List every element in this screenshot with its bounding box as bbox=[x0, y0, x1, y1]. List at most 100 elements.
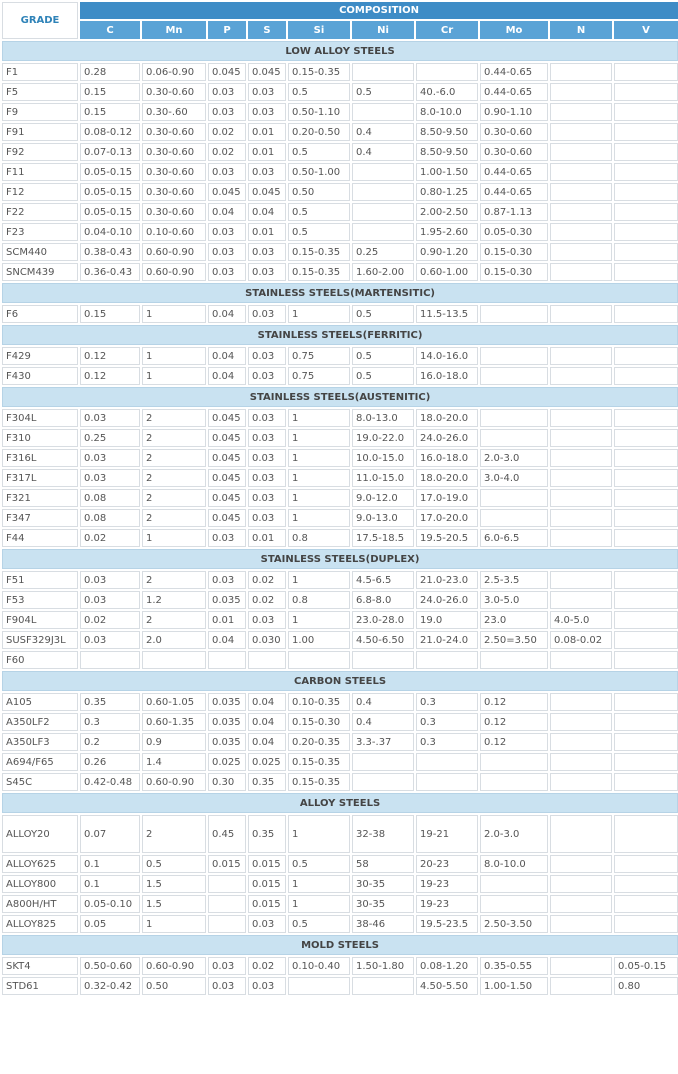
value-cell bbox=[550, 693, 612, 711]
value-cell: 0.05-0.10 bbox=[80, 895, 140, 913]
value-cell: 18.0-20.0 bbox=[416, 469, 478, 487]
value-cell: 0.03 bbox=[208, 163, 246, 181]
value-cell: 0.8 bbox=[288, 591, 350, 609]
value-cell: 14.0-16.0 bbox=[416, 347, 478, 365]
section-row: LOW ALLOY STEELS bbox=[2, 41, 678, 61]
value-cell bbox=[550, 651, 612, 669]
value-cell: 0.15-0.30 bbox=[480, 263, 548, 281]
element-header-mo: Mo bbox=[480, 21, 548, 39]
value-cell: 0.045 bbox=[208, 509, 246, 527]
element-header-cr: Cr bbox=[416, 21, 478, 39]
value-cell bbox=[550, 83, 612, 101]
value-cell: 0.03 bbox=[248, 83, 286, 101]
grade-header: GRADE bbox=[2, 2, 78, 39]
value-cell: 0.60-0.90 bbox=[142, 263, 206, 281]
value-cell bbox=[550, 183, 612, 201]
value-cell: 0.10-0.40 bbox=[288, 957, 350, 975]
value-cell: 2.50-3.50 bbox=[480, 915, 548, 933]
value-cell bbox=[550, 63, 612, 81]
value-cell bbox=[614, 367, 678, 385]
value-cell: 8.50-9.50 bbox=[416, 143, 478, 161]
grade-cell: F5 bbox=[2, 83, 78, 101]
value-cell: 2 bbox=[142, 429, 206, 447]
grade-cell: SCM440 bbox=[2, 243, 78, 261]
value-cell: 0.30-0.60 bbox=[480, 143, 548, 161]
element-header-c: C bbox=[80, 21, 140, 39]
value-cell bbox=[352, 977, 414, 995]
section-title: STAINLESS STEELS(AUSTENITIC) bbox=[2, 387, 678, 407]
value-cell: 0.01 bbox=[248, 529, 286, 547]
value-cell bbox=[614, 509, 678, 527]
value-cell: 0.03 bbox=[248, 367, 286, 385]
table-row: ALLOY625 0.1 0.5 0.015 0.015 0.5 58 20-23 8.0-10… bbox=[2, 855, 678, 873]
value-cell: 0.025 bbox=[248, 753, 286, 771]
value-cell: 0.035 bbox=[208, 713, 246, 731]
value-cell: 0.03 bbox=[80, 449, 140, 467]
grade-cell: F904L bbox=[2, 611, 78, 629]
value-cell: 0.04 bbox=[248, 693, 286, 711]
value-cell: 2.0 bbox=[142, 631, 206, 649]
table-row: F9 0.15 0.30-.60 0.03 0.03 0.50-1.10 8.0-10.0 0… bbox=[2, 103, 678, 121]
value-cell: 0.02 bbox=[80, 529, 140, 547]
value-cell: 0.03 bbox=[248, 611, 286, 629]
value-cell: 0.8 bbox=[288, 529, 350, 547]
value-cell: 0.03 bbox=[208, 243, 246, 261]
value-cell: 1 bbox=[142, 529, 206, 547]
value-cell: 0.30-.60 bbox=[142, 103, 206, 121]
value-cell: 2 bbox=[142, 509, 206, 527]
value-cell: 0.03 bbox=[248, 429, 286, 447]
grade-cell: F430 bbox=[2, 367, 78, 385]
value-cell bbox=[614, 815, 678, 853]
grade-cell: F429 bbox=[2, 347, 78, 365]
value-cell bbox=[550, 713, 612, 731]
value-cell: 0.03 bbox=[208, 263, 246, 281]
value-cell: 0.20-0.35 bbox=[288, 733, 350, 751]
value-cell: 0.4 bbox=[352, 123, 414, 141]
value-cell bbox=[550, 163, 612, 181]
value-cell: 0.045 bbox=[208, 183, 246, 201]
grade-cell: F11 bbox=[2, 163, 78, 181]
value-cell: 0.80 bbox=[614, 977, 678, 995]
value-cell: 1 bbox=[288, 611, 350, 629]
value-cell bbox=[614, 733, 678, 751]
value-cell: 0.04 bbox=[248, 713, 286, 731]
value-cell: 0.03 bbox=[208, 957, 246, 975]
table-row: F53 0.03 1.2 0.035 0.02 0.8 6.8-8.0 24.0-26.0 3.… bbox=[2, 591, 678, 609]
value-cell: 0.90-1.10 bbox=[480, 103, 548, 121]
element-header-row: C Mn P S Si Ni Cr Mo N V bbox=[2, 21, 678, 39]
value-cell: 0.03 bbox=[248, 469, 286, 487]
grade-cell: F91 bbox=[2, 123, 78, 141]
element-header-mn: Mn bbox=[142, 21, 206, 39]
table-row: STD61 0.32-0.42 0.50 0.03 0.03 4.50-5.50 1.00-… bbox=[2, 977, 678, 995]
value-cell bbox=[550, 571, 612, 589]
value-cell: 2 bbox=[142, 409, 206, 427]
value-cell: 32-38 bbox=[352, 815, 414, 853]
value-cell bbox=[614, 123, 678, 141]
value-cell: 0.30-0.60 bbox=[480, 123, 548, 141]
value-cell: 0.08-0.02 bbox=[550, 631, 612, 649]
value-cell: 0.12 bbox=[480, 713, 548, 731]
value-cell: 0.60-0.90 bbox=[142, 243, 206, 261]
grade-cell: ALLOY20 bbox=[2, 815, 78, 853]
value-cell: 19.0 bbox=[416, 611, 478, 629]
value-cell: 0.04-0.10 bbox=[80, 223, 140, 241]
value-cell bbox=[614, 611, 678, 629]
value-cell: 0.30-0.60 bbox=[142, 83, 206, 101]
value-cell: 0.5 bbox=[288, 203, 350, 221]
table-row: F317L 0.03 2 0.045 0.03 1 11.0-15.0 18.0-20.0 3.… bbox=[2, 469, 678, 487]
value-cell: 0.30-0.60 bbox=[142, 203, 206, 221]
value-cell bbox=[550, 203, 612, 221]
grade-cell: F51 bbox=[2, 571, 78, 589]
value-cell: 1.00-1.50 bbox=[480, 977, 548, 995]
value-cell bbox=[550, 243, 612, 261]
value-cell: 0.04 bbox=[208, 203, 246, 221]
value-cell: 19.0-22.0 bbox=[352, 429, 414, 447]
value-cell: 2 bbox=[142, 449, 206, 467]
value-cell: 0.02 bbox=[248, 591, 286, 609]
table-row: F304L 0.03 2 0.045 0.03 1 8.0-13.0 18.0-20.0 bbox=[2, 409, 678, 427]
value-cell: 21.0-24.0 bbox=[416, 631, 478, 649]
value-cell: 24.0-26.0 bbox=[416, 591, 478, 609]
value-cell: 0.36-0.43 bbox=[80, 263, 140, 281]
table-row: F51 0.03 2 0.03 0.02 1 4.5-6.5 21.0-23.0 2.5-3.5 bbox=[2, 571, 678, 589]
section-row: CARBON STEELS bbox=[2, 671, 678, 691]
